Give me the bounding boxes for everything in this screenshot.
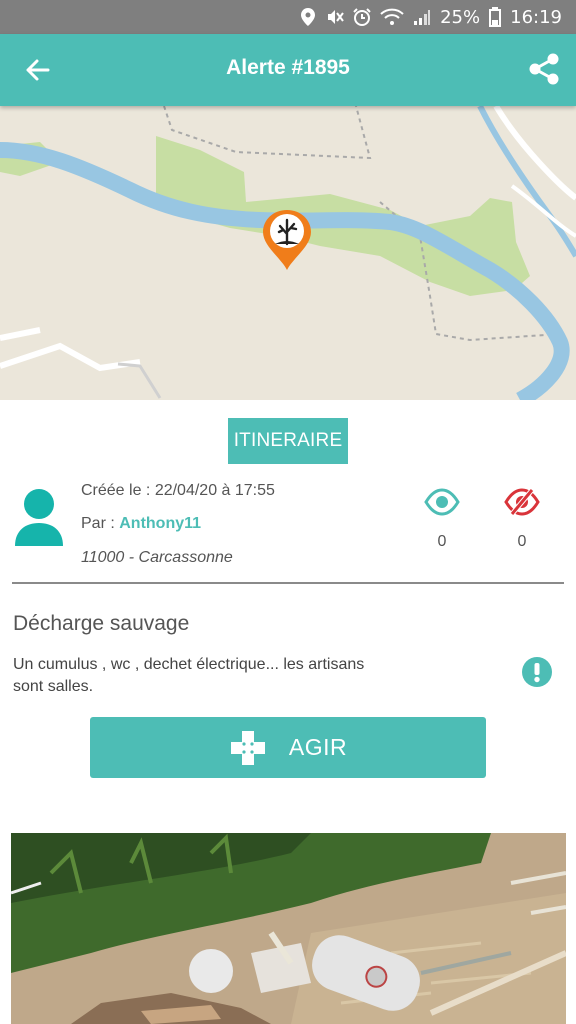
divider <box>12 582 564 584</box>
report-button[interactable] <box>522 657 552 687</box>
author-line: Par : Anthony11 <box>81 515 201 533</box>
eye-slash-icon <box>504 488 540 516</box>
itinerary-button[interactable]: ITINERAIRE <box>228 418 348 464</box>
author-name[interactable]: Anthony11 <box>119 515 201 532</box>
act-button[interactable]: AGIR <box>90 717 486 778</box>
bandage-icon <box>230 730 265 765</box>
created-date: Créée le : 22/04/20 à 17:55 <box>81 482 275 499</box>
views-count: 0 <box>437 533 447 550</box>
dead-tree-marker-icon <box>263 210 311 270</box>
avatar <box>14 488 64 546</box>
clock: 16:19 <box>510 6 562 28</box>
alert-description: Un cumulus , wc , dechet électrique... l… <box>13 656 365 695</box>
wifi-icon <box>380 8 404 26</box>
battery-icon <box>489 7 502 27</box>
location-text: 11000 - Carcassonne <box>81 549 233 566</box>
alert-marker[interactable] <box>261 208 313 272</box>
photo-image <box>11 833 566 1024</box>
eye-icon <box>424 488 460 516</box>
alert-photo[interactable] <box>11 833 566 1024</box>
author-prefix: Par : <box>81 515 120 532</box>
exclamation-icon <box>522 657 552 687</box>
map-view[interactable] <box>0 106 576 400</box>
views-button[interactable] <box>424 488 460 516</box>
user-icon <box>15 489 63 546</box>
hide-button[interactable] <box>504 488 540 516</box>
signal-icon <box>413 8 431 26</box>
share-button[interactable] <box>526 51 562 87</box>
battery-percent: 25% <box>440 6 481 28</box>
location-icon <box>299 8 317 26</box>
status-bar: 25% 16:19 <box>0 0 576 34</box>
alert-detail-screen: 25% 16:19 Alerte #1895 ITINERAIRE Créée … <box>0 0 576 1024</box>
share-icon <box>529 53 559 85</box>
act-button-label: AGIR <box>288 734 348 760</box>
mute-icon <box>326 8 344 26</box>
hidden-count: 0 <box>517 533 527 550</box>
app-bar: Alerte #1895 <box>0 34 576 106</box>
page-title: Alerte #1895 <box>226 56 350 79</box>
alert-category: Décharge sauvage <box>13 612 190 635</box>
alarm-icon <box>353 8 371 26</box>
